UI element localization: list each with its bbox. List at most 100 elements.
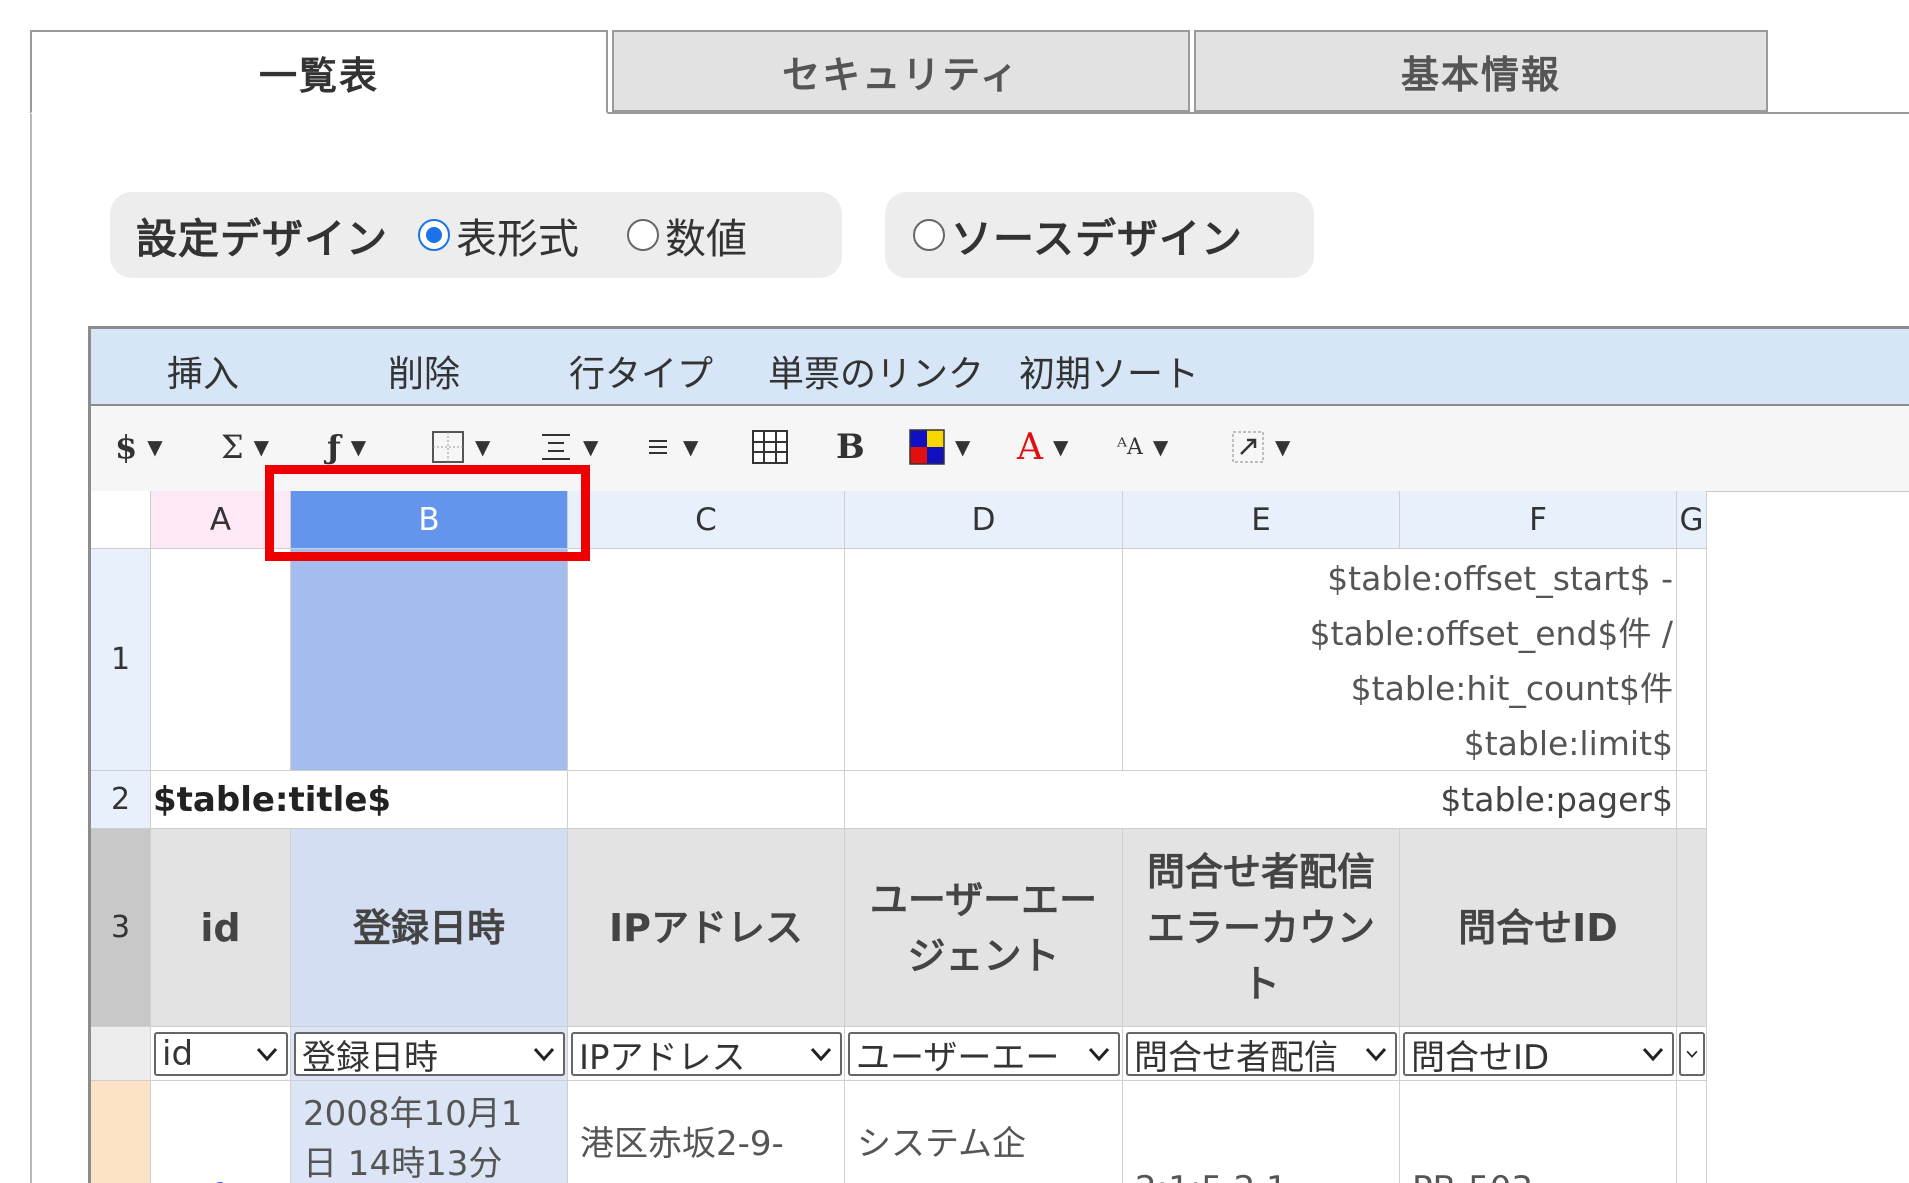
dollar-format-icon[interactable]: $ ▼ xyxy=(115,424,163,470)
chevron-down-icon xyxy=(1365,1047,1387,1062)
cell-a2-title[interactable]: $table:title$ xyxy=(151,771,568,829)
chevron-down-icon xyxy=(1088,1047,1110,1062)
column-header-f[interactable]: F xyxy=(1400,491,1677,549)
cell-b4-date[interactable]: 2008年10月1 日 14時13分 xyxy=(291,1081,568,1183)
header-cell-user-agent[interactable]: ユーザーエー ジェント xyxy=(845,829,1123,1027)
radio-checked-icon[interactable] xyxy=(418,219,450,251)
header-cell-registered-at[interactable]: 登録日時 xyxy=(291,829,568,1027)
cell-d4-ua[interactable]: システム企 xyxy=(845,1081,1123,1183)
cell-a4-id[interactable]: 1 xyxy=(151,1081,291,1183)
cell-e4-count[interactable]: 2:1:5.2.1 xyxy=(1123,1081,1400,1183)
font-size-icon[interactable]: ᴬA ▼ xyxy=(1117,424,1168,470)
design-mode-group: 設定デザイン 表形式 数値 xyxy=(110,192,842,278)
cell-c2[interactable] xyxy=(568,771,845,829)
font-color-icon[interactable]: A ▼ xyxy=(1017,424,1068,470)
chevron-down-icon xyxy=(810,1047,832,1062)
header-text: id xyxy=(200,905,241,950)
chevron-down-icon xyxy=(256,1047,278,1062)
design-mode-label: 設定デザイン xyxy=(136,215,388,263)
cell-g1[interactable] xyxy=(1677,549,1707,771)
field-select-error-count[interactable]: 問合せ者配信 xyxy=(1126,1032,1397,1076)
id-value: 1 xyxy=(210,1176,232,1183)
header-cell-error-count[interactable]: 問合せ者配信 エラーカウント xyxy=(1123,829,1400,1027)
header-cell-ip-address[interactable]: IPアドレス xyxy=(568,829,845,1027)
header-cell-inquiry-id[interactable]: 問合せID xyxy=(1400,829,1677,1027)
cell-g4[interactable] xyxy=(1677,1081,1707,1183)
source-design-group[interactable]: ソースデザイン xyxy=(885,192,1314,278)
tab-security[interactable]: セキュリティ xyxy=(612,30,1190,112)
editor-menubar: 挿入 削除 行タイプ 単票のリンク 初期ソート xyxy=(91,329,1909,406)
column-letter: A xyxy=(209,501,232,538)
column-header-d[interactable]: D xyxy=(845,491,1123,549)
cell-g2[interactable] xyxy=(1677,771,1707,829)
tab-basic-info[interactable]: 基本情報 xyxy=(1194,30,1768,112)
cell-f4-inquiry[interactable]: PB-503 xyxy=(1400,1081,1677,1183)
cell-c1[interactable] xyxy=(568,549,845,771)
header-cell-g[interactable] xyxy=(1677,829,1707,1027)
tab-label: 一覧表 xyxy=(258,53,379,98)
vertical-align-icon[interactable]: ▼ xyxy=(539,424,598,470)
border-icon[interactable]: ▼ xyxy=(431,424,490,470)
column-header-e[interactable]: E xyxy=(1123,491,1400,549)
sum-icon[interactable]: Σ ▼ xyxy=(221,424,269,470)
row-header-2[interactable]: 2 xyxy=(91,771,151,829)
header-text: ジェント xyxy=(907,933,1060,978)
field-select-registered-at[interactable]: 登録日時 xyxy=(294,1032,565,1076)
cell-d1[interactable] xyxy=(845,549,1123,771)
field-select-inquiry-id[interactable]: 問合せID xyxy=(1403,1032,1674,1076)
fill-color-icon[interactable]: ▼ xyxy=(909,424,970,470)
column-header-c[interactable]: C xyxy=(568,491,845,549)
row-header-1[interactable]: 1 xyxy=(91,549,151,771)
chevron-down-icon xyxy=(533,1047,555,1062)
menu-single-link[interactable]: 単票のリンク xyxy=(768,345,984,397)
panel-border xyxy=(30,30,32,1183)
hit-count-text: $table:hit_count$件 xyxy=(1350,669,1673,708)
radio-unchecked-icon[interactable] xyxy=(627,219,659,251)
tab-label: セキュリティ xyxy=(782,52,1020,97)
formula-icon[interactable]: ƒ ▼ xyxy=(327,424,366,470)
menu-insert[interactable]: 挿入 xyxy=(167,345,239,397)
cell-d2-pager[interactable]: $table:pager$ xyxy=(845,771,1677,829)
select-value: IPアドレス xyxy=(579,1037,746,1076)
column-letter: E xyxy=(1251,501,1271,538)
cell-b1[interactable] xyxy=(291,549,568,771)
tab-list[interactable]: 一覧表 xyxy=(30,30,608,114)
field-select-id[interactable]: id xyxy=(154,1032,288,1076)
field-select-user-agent[interactable]: ユーザーエー xyxy=(848,1032,1120,1076)
limit-text: $table:limit$ xyxy=(1463,724,1673,763)
option-label: 表形式 xyxy=(456,215,579,263)
inquiry-value: PB-503 xyxy=(1412,1169,1533,1183)
header-text: IPアドレス xyxy=(609,905,803,950)
bold-icon[interactable]: B xyxy=(836,424,865,470)
offset-start-text: $table:offset_start$ - xyxy=(1327,559,1673,598)
cell-select-d: ユーザーエー xyxy=(845,1027,1123,1081)
highlight-annotation xyxy=(265,465,590,561)
menu-initial-sort[interactable]: 初期ソート xyxy=(1019,345,1199,397)
header-text: 登録日時 xyxy=(352,905,505,950)
select-value: id xyxy=(162,1034,194,1074)
header-cell-id[interactable]: id xyxy=(151,829,291,1027)
radio-unchecked-icon[interactable] xyxy=(913,219,945,251)
option-label: 数値 xyxy=(665,215,747,263)
select-value: ユーザーエー xyxy=(856,1037,1060,1076)
row-number: 3 xyxy=(110,910,131,945)
field-select-ip-address[interactable]: IPアドレス xyxy=(571,1032,842,1076)
cell-select-a: id xyxy=(151,1027,291,1081)
grid-icon[interactable] xyxy=(751,424,789,470)
menu-delete[interactable]: 削除 xyxy=(388,345,460,397)
row-header-4[interactable]: 4 xyxy=(91,1081,151,1183)
field-select-g[interactable] xyxy=(1679,1032,1705,1076)
align-justify-icon[interactable]: ▼ xyxy=(643,424,698,470)
cell-e1-pager-info[interactable]: $table:offset_start$ - $table:offset_end… xyxy=(1123,549,1677,771)
cell-a1[interactable] xyxy=(151,549,291,771)
menu-row-type[interactable]: 行タイプ xyxy=(569,345,713,397)
cell-select-b: 登録日時 xyxy=(291,1027,568,1081)
cell-select-e: 問合せ者配信 xyxy=(1123,1027,1400,1081)
resize-icon[interactable]: ▼ xyxy=(1231,424,1290,470)
cell-c4-ip[interactable]: 港区赤坂2-9- xyxy=(568,1081,845,1183)
option-numeric[interactable]: 数値 xyxy=(627,205,747,265)
option-table-format[interactable]: 表形式 xyxy=(418,205,579,265)
column-header-g[interactable]: G xyxy=(1677,491,1707,549)
header-text: エラーカウン xyxy=(1146,905,1375,950)
row-header-3[interactable]: 3 xyxy=(91,829,151,1027)
